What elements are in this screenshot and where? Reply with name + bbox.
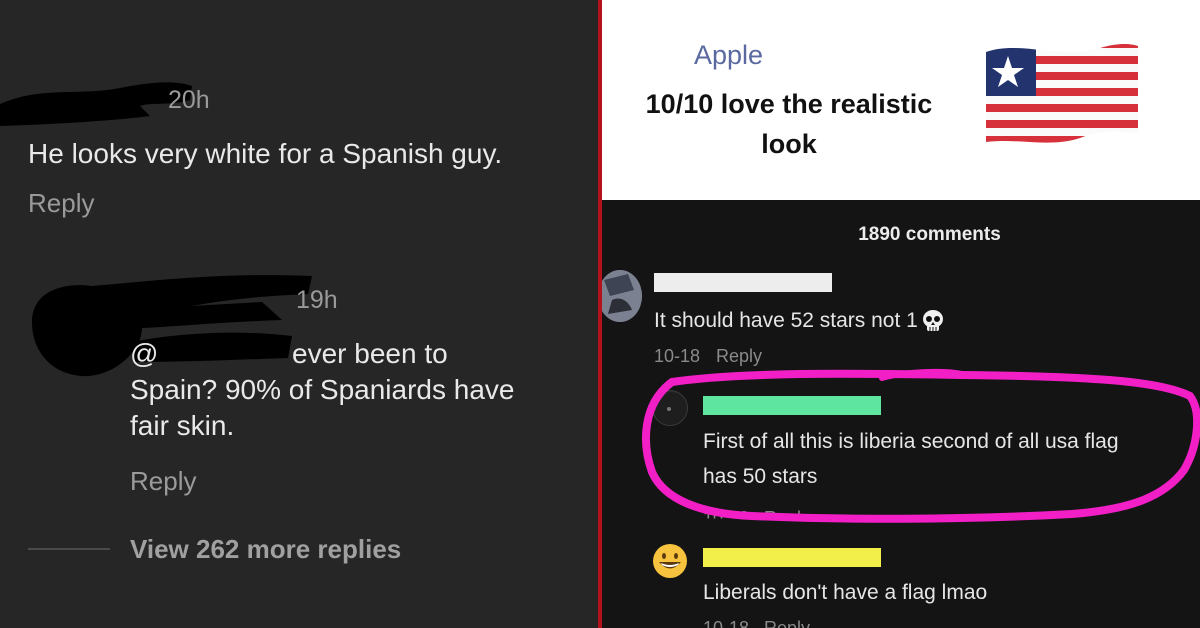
- comments-count: 1890 comments: [858, 224, 1001, 245]
- reply-button[interactable]: Reply: [764, 508, 810, 519]
- reply-button[interactable]: Reply: [716, 346, 762, 367]
- right-comment-panel: Apple 10/10 love the realistic look 1890…: [602, 0, 1200, 628]
- reply-button[interactable]: Reply: [130, 466, 196, 497]
- comment-text-body: It should have 52 stars not 1: [654, 309, 918, 332]
- view-replies-line: [28, 548, 110, 550]
- comment-text-line1: ever been to: [292, 338, 448, 369]
- caption-line2: look: [761, 129, 817, 159]
- post-caption: 10/10 love the realistic look: [624, 84, 954, 164]
- redacted-username-bar: [654, 273, 832, 292]
- caption-line1: 10/10 love the realistic: [645, 89, 933, 119]
- comment-text-line2: has 50 stars: [703, 465, 818, 488]
- reply-button[interactable]: Reply: [764, 618, 810, 628]
- left-comment-panel: 20h He looks very white for a Spanish gu…: [0, 0, 598, 628]
- comment-date: 10-18: [703, 618, 750, 628]
- comment-text-line1: First of all this is liberia second of a…: [703, 430, 1119, 453]
- avatar[interactable]: [602, 270, 642, 322]
- liberia-flag-icon: [986, 44, 1138, 143]
- view-more-replies-button[interactable]: View 262 more replies: [130, 534, 401, 565]
- default-avatar-icon: [654, 392, 687, 425]
- reply-button[interactable]: Reply: [28, 188, 94, 219]
- redacted-username-bar: [703, 396, 881, 415]
- comment-date: 10-18: [654, 346, 701, 366]
- comment-text: Liberals don't have a flag lmao: [703, 581, 988, 604]
- comment-text-line3: fair skin.: [130, 410, 235, 441]
- user-photo-icon: [602, 270, 642, 322]
- post-author[interactable]: Apple: [694, 40, 763, 71]
- comment-text-line2: Spain? 90% of Spaniards have: [130, 374, 515, 405]
- grinning-emoji-icon[interactable]: [652, 543, 688, 579]
- comment-text: It should have 52 stars not 1: [654, 304, 946, 338]
- comment-time: 20h: [168, 86, 210, 114]
- skull-icon: [922, 310, 943, 332]
- mention-prefix: @: [130, 338, 159, 369]
- comment-text: He looks very white for a Spanish guy.: [28, 138, 503, 169]
- comment-date: 10-18: [703, 508, 750, 528]
- avatar[interactable]: [652, 390, 688, 426]
- post-card: Apple 10/10 love the realistic look: [602, 0, 1200, 200]
- redacted-avatar-2: [32, 275, 312, 377]
- redacted-username-bar: [703, 548, 881, 567]
- comment-time: 19h: [296, 286, 338, 314]
